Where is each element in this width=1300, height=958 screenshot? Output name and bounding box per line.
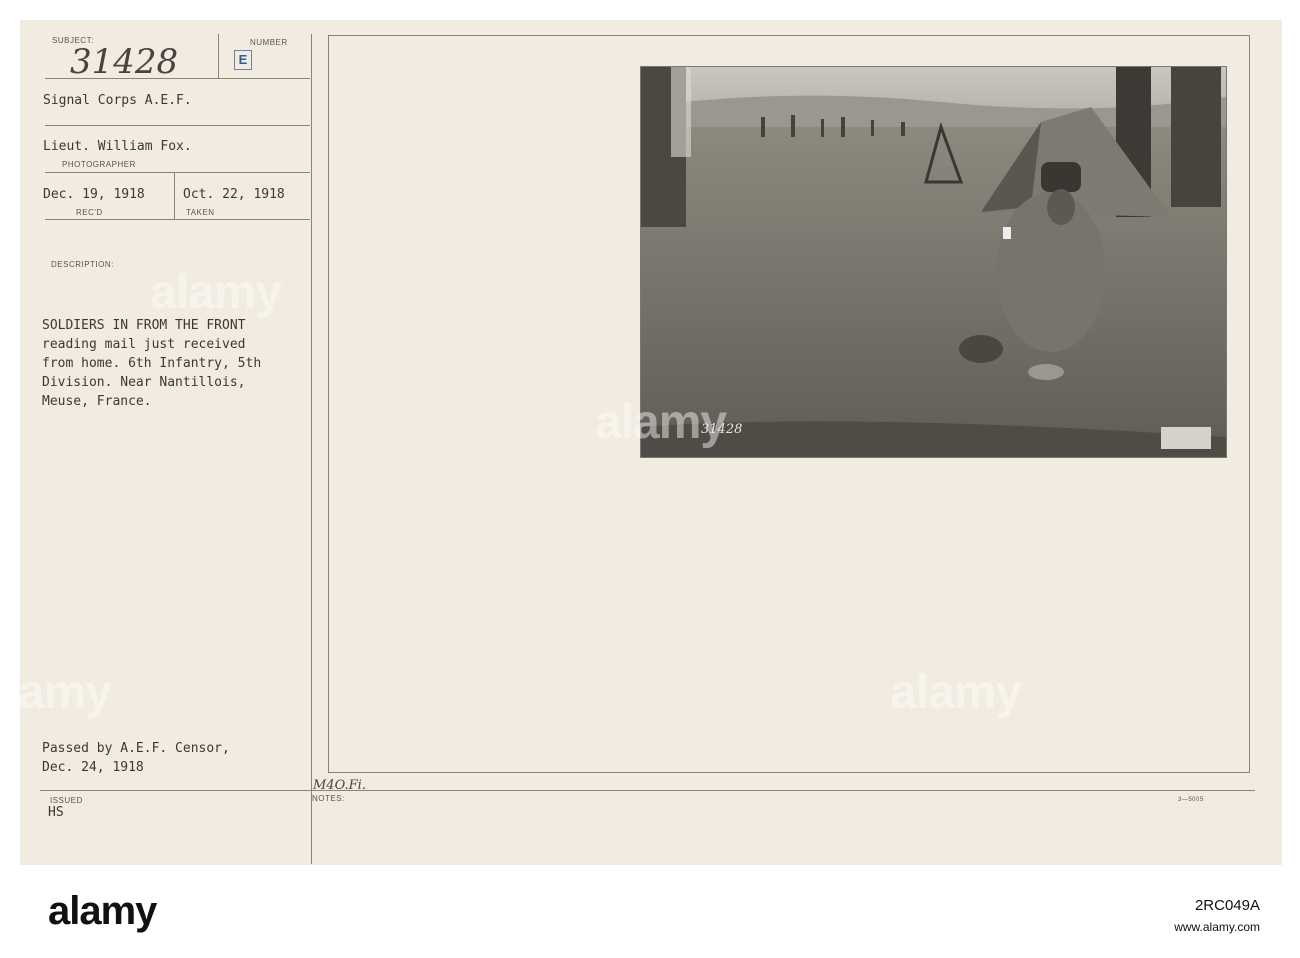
photographer-label: PHOTOGRAPHER: [62, 160, 136, 169]
description-line: Division. Near Nantillois,: [42, 375, 246, 390]
taken-label: TAKEN: [186, 208, 215, 217]
description-line: from home. 6th Infantry, 5th: [42, 356, 262, 371]
censor-date: Dec. 24, 1918: [42, 760, 144, 775]
watermark: alamy: [890, 666, 1022, 719]
photo-image: [641, 67, 1226, 457]
date-divider: [174, 173, 175, 219]
notes-label: NOTES:: [312, 794, 345, 803]
issued-label: ISSUED: [50, 796, 83, 805]
rule-1: [45, 78, 310, 79]
image-id-line[interactable]: www.alamy.com: [1174, 920, 1260, 934]
notes-handwriting: M4O.Fi.: [313, 778, 366, 793]
watermark: alamy: [0, 666, 112, 719]
description-block: SOLDIERS IN FROM THE FRONT reading mail …: [42, 316, 261, 411]
number-label: NUMBER: [250, 38, 288, 47]
issued-value: HS: [48, 805, 64, 820]
notes-rule: [40, 790, 1255, 791]
description-line: Meuse, France.: [42, 394, 152, 409]
number-stamp: E: [234, 50, 252, 70]
description-line: reading mail just received: [42, 337, 246, 352]
received-date: Dec. 19, 1918: [43, 187, 145, 202]
watermark: alamy: [150, 266, 282, 319]
form-number: 3—5005: [1178, 797, 1204, 803]
photograph: 31428: [640, 66, 1227, 458]
description-label: DESCRIPTION:: [51, 260, 114, 269]
footer-logo[interactable]: alamy: [48, 889, 157, 934]
watermark: alamy: [595, 396, 727, 449]
stock-id: 2RC049A: [1194, 897, 1260, 914]
taken-date: Oct. 22, 1918: [183, 187, 285, 202]
column-divider: [311, 34, 312, 864]
censor-block: Passed by A.E.F. Censor, Dec. 24, 1918: [42, 739, 230, 777]
rule-2: [45, 125, 310, 126]
subject-number: 31428: [70, 42, 179, 82]
rule-4: [45, 219, 310, 220]
received-label: REC'D: [76, 208, 103, 217]
rule-3: [45, 172, 310, 173]
photographer-name: Lieut. William Fox.: [43, 139, 192, 154]
censor-line: Passed by A.E.F. Censor,: [42, 741, 230, 756]
stock-footer: [0, 865, 1300, 958]
subject-divider: [218, 34, 219, 78]
unit-text: Signal Corps A.E.F.: [43, 93, 192, 108]
